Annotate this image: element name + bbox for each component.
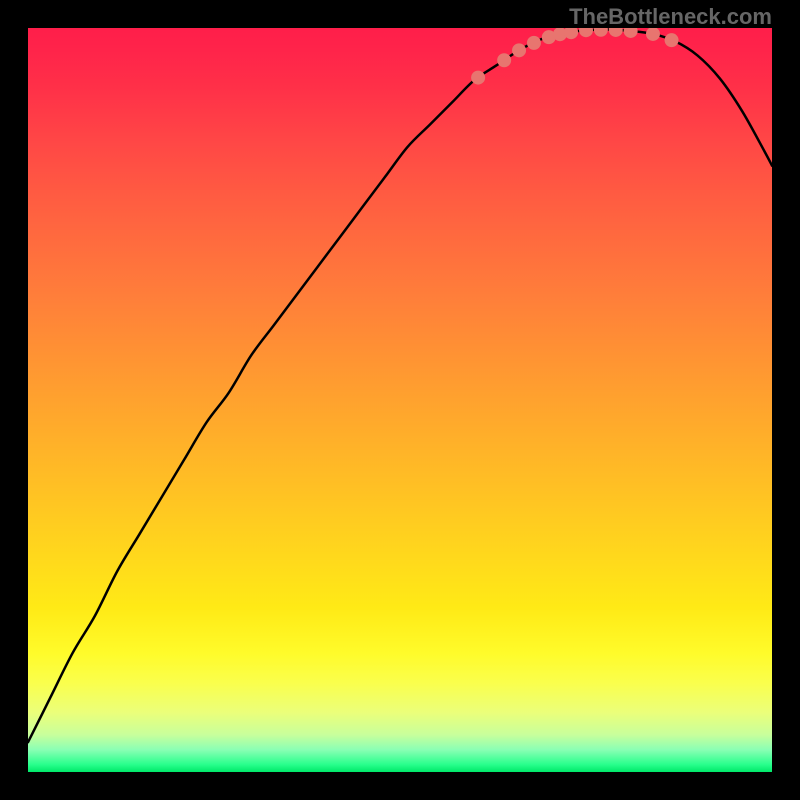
plot-area	[28, 28, 772, 772]
data-dot	[512, 43, 526, 57]
data-dot	[497, 53, 511, 67]
data-dot	[665, 33, 679, 47]
watermark-text: TheBottleneck.com	[569, 4, 772, 30]
bottleneck-curve	[28, 28, 772, 772]
data-dot	[471, 71, 485, 85]
data-dot	[527, 36, 541, 50]
chart-container: TheBottleneck.com	[0, 0, 800, 800]
